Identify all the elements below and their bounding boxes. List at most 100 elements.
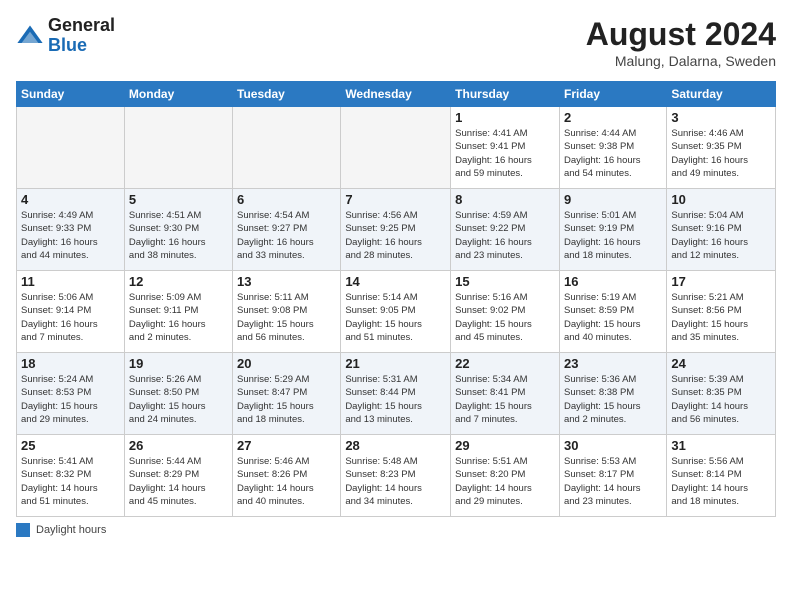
column-header-sunday: Sunday	[17, 82, 125, 107]
day-info: Sunrise: 4:56 AM Sunset: 9:25 PM Dayligh…	[345, 209, 446, 262]
week-row-3: 11 Sunrise: 5:06 AM Sunset: 9:14 PM Dayli…	[17, 271, 776, 353]
day-info: Sunrise: 5:04 AM Sunset: 9:16 PM Dayligh…	[671, 209, 771, 262]
week-row-4: 18Sunrise: 5:24 AM Sunset: 8:53 PM Dayli…	[17, 353, 776, 435]
calendar-cell: 10 Sunrise: 5:04 AM Sunset: 9:16 PM Dayli…	[667, 189, 776, 271]
calendar-cell: 20 Sunrise: 5:29 AM Sunset: 8:47 PM Dayli…	[233, 353, 341, 435]
day-number: 8	[455, 192, 555, 207]
day-number: 11	[21, 274, 120, 289]
day-info: Sunrise: 5:31 AM Sunset: 8:44 PM Dayligh…	[345, 373, 446, 426]
day-number: 20	[237, 356, 336, 371]
column-header-wednesday: Wednesday	[341, 82, 451, 107]
column-header-friday: Friday	[559, 82, 666, 107]
day-number: 4	[21, 192, 120, 207]
week-row-2: 4 Sunrise: 4:49 AM Sunset: 9:33 PM Daylig…	[17, 189, 776, 271]
calendar-cell: 28Sunrise: 5:48 AM Sunset: 8:23 PM Dayli…	[341, 435, 451, 517]
day-number: 26	[129, 438, 228, 453]
week-row-1: 1 Sunrise: 4:41 AM Sunset: 9:41 PM Daylig…	[17, 107, 776, 189]
day-info: Sunrise: 5:06 AM Sunset: 9:14 PM Dayligh…	[21, 291, 120, 344]
calendar-cell	[17, 107, 125, 189]
day-number: 14	[345, 274, 446, 289]
calendar-cell: 11 Sunrise: 5:06 AM Sunset: 9:14 PM Dayli…	[17, 271, 125, 353]
day-number: 9	[564, 192, 662, 207]
day-info: Sunrise: 5:39 AM Sunset: 8:35 PM Dayligh…	[671, 373, 771, 426]
day-info: Sunrise: 5:11 AM Sunset: 9:08 PM Dayligh…	[237, 291, 336, 344]
day-info: Sunrise: 5:34 AM Sunset: 8:41 PM Dayligh…	[455, 373, 555, 426]
calendar-cell	[341, 107, 451, 189]
calendar-cell: 23Sunrise: 5:36 AM Sunset: 8:38 PM Dayli…	[559, 353, 666, 435]
calendar-cell: 17 Sunrise: 5:21 AM Sunset: 8:56 PM Dayli…	[667, 271, 776, 353]
calendar-cell: 3 Sunrise: 4:46 AM Sunset: 9:35 PM Daylig…	[667, 107, 776, 189]
header: General Blue August 2024 Malung, Dalarna…	[16, 16, 776, 69]
calendar-cell: 6 Sunrise: 4:54 AM Sunset: 9:27 PM Daylig…	[233, 189, 341, 271]
day-number: 22	[455, 356, 555, 371]
day-info: Sunrise: 4:54 AM Sunset: 9:27 PM Dayligh…	[237, 209, 336, 262]
calendar-cell: 14 Sunrise: 5:14 AM Sunset: 9:05 PM Dayli…	[341, 271, 451, 353]
calendar-cell: 26Sunrise: 5:44 AM Sunset: 8:29 PM Dayli…	[124, 435, 232, 517]
day-number: 5	[129, 192, 228, 207]
header-row: SundayMondayTuesdayWednesdayThursdayFrid…	[17, 82, 776, 107]
day-number: 10	[671, 192, 771, 207]
day-info: Sunrise: 4:44 AM Sunset: 9:38 PM Dayligh…	[564, 127, 662, 180]
calendar-cell: 16Sunrise: 5:19 AM Sunset: 8:59 PM Dayli…	[559, 271, 666, 353]
day-number: 12	[129, 274, 228, 289]
day-number: 19	[129, 356, 228, 371]
week-row-5: 25 Sunrise: 5:41 AM Sunset: 8:32 PM Dayli…	[17, 435, 776, 517]
calendar-cell: 19 Sunrise: 5:26 AM Sunset: 8:50 PM Dayli…	[124, 353, 232, 435]
calendar-cell: 31 Sunrise: 5:56 AM Sunset: 8:14 PM Dayli…	[667, 435, 776, 517]
calendar-cell: 9 Sunrise: 5:01 AM Sunset: 9:19 PM Daylig…	[559, 189, 666, 271]
day-info: Sunrise: 4:41 AM Sunset: 9:41 PM Dayligh…	[455, 127, 555, 180]
day-number: 31	[671, 438, 771, 453]
calendar-cell: 4 Sunrise: 4:49 AM Sunset: 9:33 PM Daylig…	[17, 189, 125, 271]
day-info: Sunrise: 4:51 AM Sunset: 9:30 PM Dayligh…	[129, 209, 228, 262]
day-info: Sunrise: 5:56 AM Sunset: 8:14 PM Dayligh…	[671, 455, 771, 508]
footer: Daylight hours	[16, 523, 776, 537]
calendar-cell	[124, 107, 232, 189]
day-info: Sunrise: 5:26 AM Sunset: 8:50 PM Dayligh…	[129, 373, 228, 426]
column-header-monday: Monday	[124, 82, 232, 107]
calendar-cell: 8Sunrise: 4:59 AM Sunset: 9:22 PM Daylig…	[451, 189, 560, 271]
day-info: Sunrise: 5:01 AM Sunset: 9:19 PM Dayligh…	[564, 209, 662, 262]
day-number: 28	[345, 438, 446, 453]
day-number: 13	[237, 274, 336, 289]
calendar-cell: 1 Sunrise: 4:41 AM Sunset: 9:41 PM Daylig…	[451, 107, 560, 189]
day-number: 7	[345, 192, 446, 207]
day-number: 1	[455, 110, 555, 125]
logo: General Blue	[16, 16, 115, 56]
calendar-cell: 5 Sunrise: 4:51 AM Sunset: 9:30 PM Daylig…	[124, 189, 232, 271]
day-info: Sunrise: 4:46 AM Sunset: 9:35 PM Dayligh…	[671, 127, 771, 180]
day-info: Sunrise: 5:21 AM Sunset: 8:56 PM Dayligh…	[671, 291, 771, 344]
column-header-tuesday: Tuesday	[233, 82, 341, 107]
day-number: 6	[237, 192, 336, 207]
day-number: 25	[21, 438, 120, 453]
day-number: 17	[671, 274, 771, 289]
calendar-cell: 30Sunrise: 5:53 AM Sunset: 8:17 PM Dayli…	[559, 435, 666, 517]
legend-label: Daylight hours	[36, 524, 106, 536]
day-number: 27	[237, 438, 336, 453]
legend-box	[16, 523, 30, 537]
day-info: Sunrise: 5:19 AM Sunset: 8:59 PM Dayligh…	[564, 291, 662, 344]
calendar-cell: 22 Sunrise: 5:34 AM Sunset: 8:41 PM Dayli…	[451, 353, 560, 435]
calendar-table: SundayMondayTuesdayWednesdayThursdayFrid…	[16, 81, 776, 517]
day-number: 23	[564, 356, 662, 371]
day-number: 3	[671, 110, 771, 125]
calendar-cell: 2Sunrise: 4:44 AM Sunset: 9:38 PM Daylig…	[559, 107, 666, 189]
day-number: 15	[455, 274, 555, 289]
day-info: Sunrise: 5:14 AM Sunset: 9:05 PM Dayligh…	[345, 291, 446, 344]
calendar-cell: 18Sunrise: 5:24 AM Sunset: 8:53 PM Dayli…	[17, 353, 125, 435]
calendar-cell: 15 Sunrise: 5:16 AM Sunset: 9:02 PM Dayli…	[451, 271, 560, 353]
day-info: Sunrise: 5:29 AM Sunset: 8:47 PM Dayligh…	[237, 373, 336, 426]
column-header-saturday: Saturday	[667, 82, 776, 107]
logo-icon	[16, 22, 44, 50]
logo-text: General Blue	[48, 16, 115, 56]
calendar-cell: 7 Sunrise: 4:56 AM Sunset: 9:25 PM Daylig…	[341, 189, 451, 271]
day-info: Sunrise: 5:16 AM Sunset: 9:02 PM Dayligh…	[455, 291, 555, 344]
column-header-thursday: Thursday	[451, 82, 560, 107]
location: Malung, Dalarna, Sweden	[586, 53, 776, 69]
day-info: Sunrise: 5:41 AM Sunset: 8:32 PM Dayligh…	[21, 455, 120, 508]
calendar-cell: 29Sunrise: 5:51 AM Sunset: 8:20 PM Dayli…	[451, 435, 560, 517]
day-info: Sunrise: 4:49 AM Sunset: 9:33 PM Dayligh…	[21, 209, 120, 262]
calendar-cell: 12 Sunrise: 5:09 AM Sunset: 9:11 PM Dayli…	[124, 271, 232, 353]
day-info: Sunrise: 5:51 AM Sunset: 8:20 PM Dayligh…	[455, 455, 555, 508]
day-number: 18	[21, 356, 120, 371]
day-info: Sunrise: 5:09 AM Sunset: 9:11 PM Dayligh…	[129, 291, 228, 344]
